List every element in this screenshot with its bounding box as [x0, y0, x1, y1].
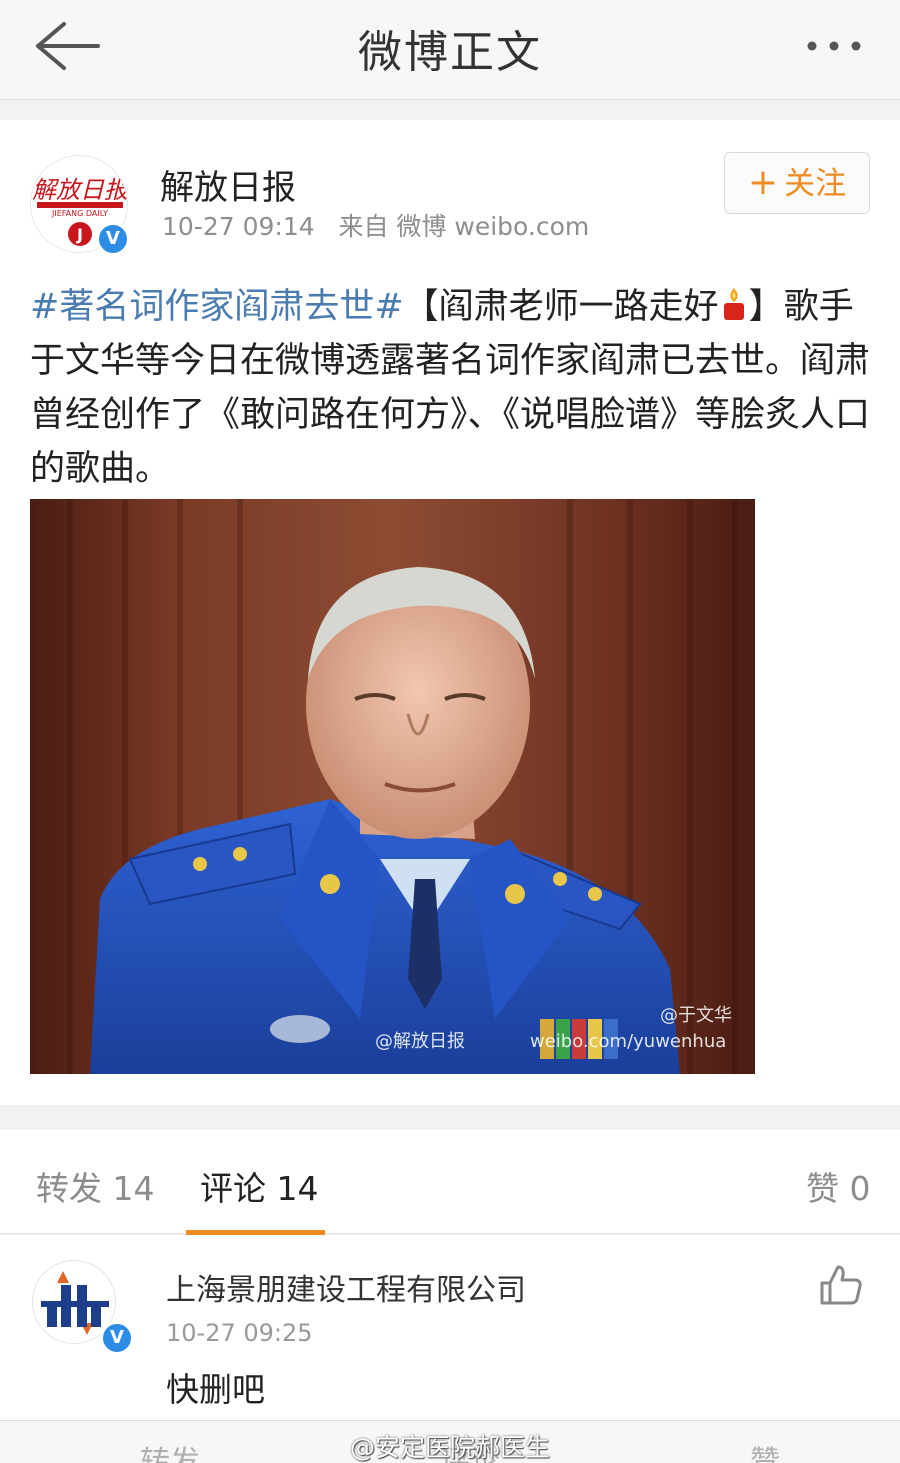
- svg-text:JIEFANG DAILY: JIEFANG DAILY: [51, 209, 108, 218]
- image-watermark-right-top: @于文华: [660, 1005, 732, 1026]
- page-title: 微博正文: [358, 27, 542, 78]
- image-watermark-left: @解放日报: [375, 1031, 465, 1052]
- portrait-photo: @解放日报 @于文华 weibo.com/yuwenhua: [30, 499, 755, 1074]
- tab-reposts[interactable]: 转发 14: [36, 1162, 154, 1210]
- post-timestamp: 10-27 09:14: [162, 212, 315, 241]
- tab-likes[interactable]: 赞 0: [806, 1162, 871, 1210]
- thumbs-up-icon[interactable]: [818, 1263, 864, 1307]
- svg-text:J: J: [76, 225, 83, 244]
- toolbar-like[interactable]: 赞: [750, 1437, 780, 1463]
- plus-icon: +: [747, 162, 779, 203]
- toolbar-repost[interactable]: 转发: [140, 1437, 200, 1463]
- commenter-name[interactable]: 上海景朋建设工程有限公司: [166, 1265, 526, 1309]
- post-image[interactable]: @解放日报 @于文华 weibo.com/yuwenhua: [30, 499, 755, 1074]
- follow-label: 关注: [784, 166, 847, 202]
- comment-time: 10-27 09:25: [166, 1319, 313, 1347]
- post-source: 来自 微博 weibo.com: [338, 212, 590, 241]
- comment-item: V 上海景朋建设工程有限公司 10-27 09:25 快删吧: [0, 1235, 900, 1420]
- post-headline: 【阎肃老师一路走好: [403, 287, 719, 327]
- post-text: #著名词作家阎肃去世#【阎肃老师一路走好 】歌手于文华等今日在微博透露著名词作家阎…: [30, 280, 875, 496]
- screenshot-watermark: @安定医院郝医生: [350, 1433, 551, 1462]
- image-watermark-right-bottom: weibo.com/yuwenhua: [530, 1031, 726, 1052]
- verified-badge-icon: V: [96, 222, 130, 256]
- svg-text:解放日报: 解放日报: [32, 176, 128, 204]
- top-bar: 微博正文: [0, 0, 900, 100]
- comment-text: 快删吧: [166, 1370, 265, 1409]
- verified-badge-icon: V: [100, 1321, 134, 1355]
- post-headline-close: 】: [748, 287, 784, 327]
- author-name[interactable]: 解放日报: [160, 160, 296, 209]
- more-dots-icon[interactable]: [804, 28, 864, 64]
- post-card: 解放日报 JIEFANG DAILY J V 解放日报 10-27 09:14 …: [0, 120, 900, 1105]
- follow-button[interactable]: + 关注: [724, 152, 870, 214]
- hashtag-link[interactable]: #著名词作家阎肃去世#: [30, 287, 404, 327]
- engagement-tabs: 转发 14 评论 14 赞 0: [0, 1130, 900, 1235]
- post-meta: 10-27 09:14 来自 微博 weibo.com: [162, 207, 589, 243]
- candle-icon: [719, 284, 749, 320]
- tab-comments[interactable]: 评论 14: [200, 1162, 318, 1210]
